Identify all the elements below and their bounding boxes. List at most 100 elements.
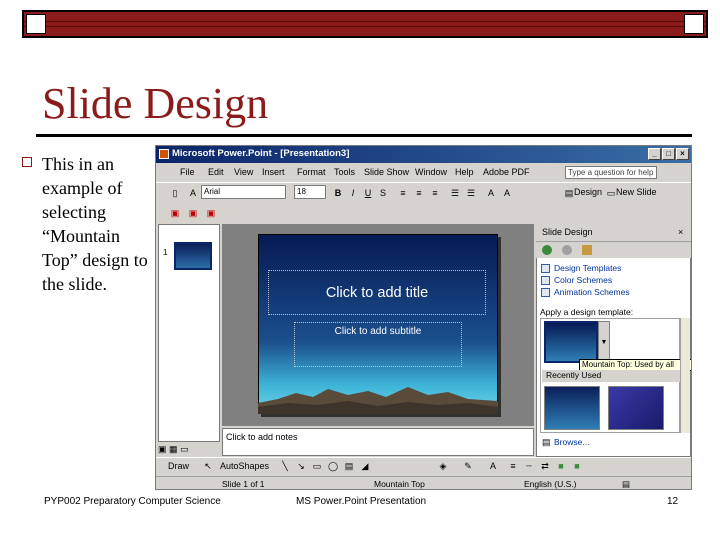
arrow-icon[interactable]: ↘ [294, 459, 308, 473]
status-slide-count: Slide 1 of 1 [222, 479, 265, 489]
status-bar: Slide 1 of 1 Mountain Top English (U.S.)… [156, 476, 691, 489]
task-pane-title: Slide Design [536, 224, 691, 242]
wordart-icon[interactable]: ◢ [358, 459, 372, 473]
menu-slide-show[interactable]: Slide Show [364, 167, 409, 177]
link-design-templates[interactable]: Design Templates [554, 263, 621, 273]
draw-menu[interactable]: Draw [168, 461, 189, 471]
bar-square-right [684, 14, 704, 34]
rectangle-icon[interactable]: ▭ [310, 459, 324, 473]
forward-icon[interactable] [562, 245, 572, 255]
drawing-toolbar: Draw ↖ AutoShapes ╲ ↘ ▭ ◯ ▤ ◢ ◈ ✎ A ≡ ┄ … [156, 457, 691, 475]
bullets-icon[interactable]: ☰ [448, 186, 462, 200]
shadow-style-icon[interactable]: ■ [554, 459, 568, 473]
body-text: This in an example of selecting “Mountai… [42, 154, 148, 294]
menu-format[interactable]: Format [297, 167, 326, 177]
maximize-button[interactable]: □ [662, 148, 675, 160]
slide-sorter-icon[interactable]: ▦ [169, 444, 178, 454]
menu-view[interactable]: View [234, 167, 253, 177]
normal-view-icon[interactable]: ▣ [158, 444, 167, 454]
bullet-square-icon [22, 157, 32, 167]
line-style-icon[interactable]: ≡ [506, 459, 520, 473]
menu-edit[interactable]: Edit [208, 167, 224, 177]
menu-tools[interactable]: Tools [334, 167, 355, 177]
menu-adobe-pdf[interactable]: Adobe PDF [483, 167, 530, 177]
pdf-icon[interactable]: ▣ [168, 206, 182, 220]
subtitle-placeholder[interactable]: Click to add subtitle [294, 322, 462, 367]
powerpoint-screenshot: Microsoft Power.Point - [Presentation3] … [155, 145, 692, 490]
mountain-graphic [258, 387, 498, 414]
line-icon[interactable]: ╲ [278, 459, 292, 473]
menu-insert[interactable]: Insert [262, 167, 285, 177]
dash-style-icon[interactable]: ┄ [522, 459, 536, 473]
italic-button[interactable]: I [346, 186, 360, 200]
font-color-icon[interactable]: A [486, 459, 500, 473]
footer-title: MS Power.Point Presentation [296, 496, 427, 507]
close-button[interactable]: × [676, 148, 689, 160]
footer-course: PYP002 Preparatory Computer Science [44, 496, 221, 507]
pdf-email-icon[interactable]: ▣ [186, 206, 200, 220]
menu-window[interactable]: Window [415, 167, 447, 177]
recent-template-1[interactable] [544, 386, 600, 430]
select-pointer-icon[interactable]: ↖ [201, 459, 215, 473]
line-color-icon[interactable]: ✎ [461, 459, 475, 473]
autoshapes-menu[interactable]: AutoShapes [220, 461, 269, 471]
slideshow-icon[interactable]: ▭ [180, 444, 189, 454]
apply-template-label: Apply a design template: [540, 307, 634, 317]
color-schemes-icon [541, 276, 550, 285]
template-scrollbar[interactable] [680, 318, 690, 433]
title-rule [36, 134, 692, 137]
shadow-button[interactable]: S [376, 186, 390, 200]
title-placeholder[interactable]: Click to add title [268, 270, 486, 315]
recently-used-label: Recently Used [542, 370, 680, 382]
view-buttons: ▣ ▦ ▭ [158, 444, 220, 456]
pdf-review-icon[interactable]: ▣ [204, 206, 218, 220]
recent-template-2[interactable] [608, 386, 664, 430]
page-title: Slide Design [42, 79, 269, 128]
page-number: 12 [667, 496, 679, 507]
spellcheck-icon: ▤ [622, 479, 631, 489]
task-pane-nav [536, 242, 691, 258]
template-mountain-top[interactable] [544, 321, 598, 363]
animation-schemes-icon [541, 288, 550, 297]
new-slide-button[interactable]: New Slide [616, 187, 657, 197]
3d-style-icon[interactable]: ■ [570, 459, 584, 473]
fill-color-icon[interactable]: ◈ [436, 459, 450, 473]
new-file-icon[interactable]: ▯ [168, 186, 182, 200]
oval-icon[interactable]: ◯ [326, 459, 340, 473]
slide-thumbnail[interactable] [174, 242, 212, 270]
numbering-icon[interactable]: ☰ [464, 186, 478, 200]
bold-button[interactable]: B [331, 186, 345, 200]
top-decorative-bar [22, 10, 708, 38]
powerpoint-app-icon [159, 149, 169, 159]
window-title: Microsoft Power.Point - [Presentation3] [172, 148, 350, 159]
grow-font-icon[interactable]: A [484, 186, 498, 200]
textbox-icon[interactable]: ▤ [342, 459, 356, 473]
underline-button[interactable]: U [361, 186, 375, 200]
shrink-font-icon[interactable]: A [500, 186, 514, 200]
design-button[interactable]: Design [574, 187, 602, 197]
menu-file[interactable]: File [180, 167, 195, 177]
align-right-icon[interactable]: ≡ [428, 186, 442, 200]
back-icon[interactable] [542, 245, 552, 255]
thumbnail-number: 1 [163, 248, 168, 257]
notes-pane[interactable]: Click to add notes [222, 428, 534, 456]
minimize-button[interactable]: _ [648, 148, 661, 160]
home-icon[interactable] [582, 245, 592, 255]
align-left-icon[interactable]: ≡ [396, 186, 410, 200]
font-name-select[interactable]: Arial [201, 185, 286, 199]
design-templates-icon [541, 264, 550, 273]
browse-icon: ▤ [542, 437, 551, 447]
font-color-a-icon[interactable]: A [186, 186, 200, 200]
bar-square-left [26, 14, 46, 34]
template-dropdown-icon[interactable]: ▼ [598, 321, 610, 363]
menu-help[interactable]: Help [455, 167, 474, 177]
arrow-style-icon[interactable]: ⇄ [538, 459, 552, 473]
align-center-icon[interactable]: ≡ [412, 186, 426, 200]
status-language: English (U.S.) [524, 479, 577, 489]
font-size-select[interactable]: 18 [294, 185, 326, 199]
task-pane-close-icon[interactable]: × [678, 227, 683, 237]
link-color-schemes[interactable]: Color Schemes [554, 275, 612, 285]
browse-link[interactable]: Browse... [554, 437, 589, 447]
link-animation-schemes[interactable]: Animation Schemes [554, 287, 630, 297]
ask-question-input[interactable]: Type a question for help [565, 166, 657, 179]
